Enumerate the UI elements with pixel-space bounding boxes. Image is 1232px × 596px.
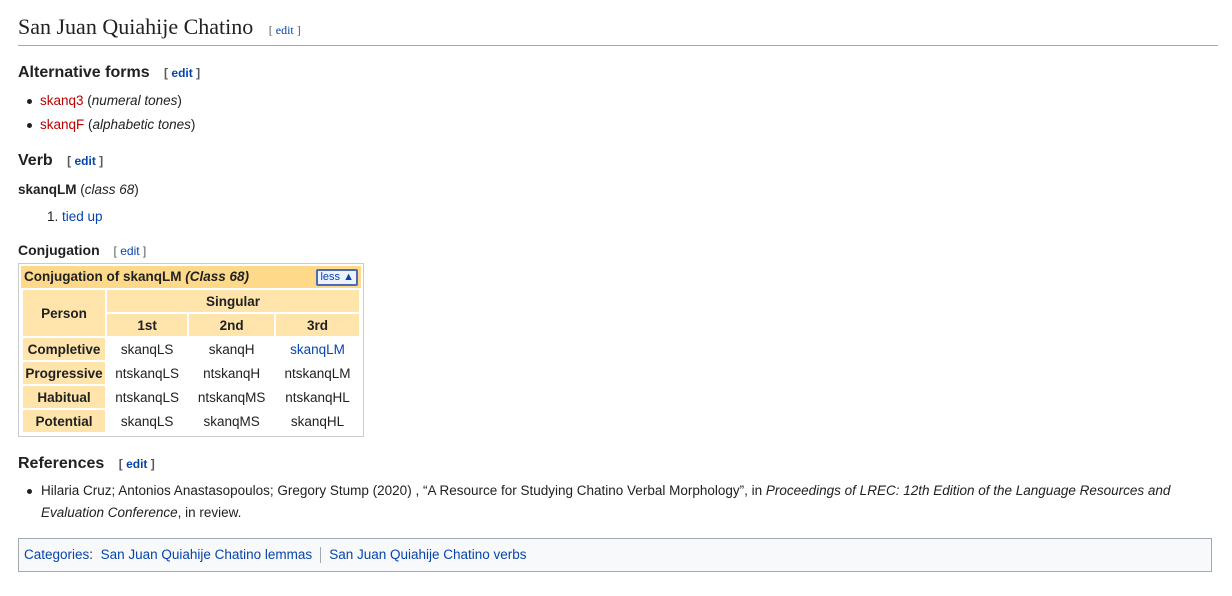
category-links-box: Categories: San Juan Quiahije Chatino le… (18, 538, 1212, 572)
table-cell: ntskanqHL (285, 389, 350, 405)
collapse-toggle-label: less (320, 271, 341, 283)
table-cell: ntskanqMS (197, 389, 266, 405)
definition-link[interactable]: tied up (62, 209, 103, 224)
table-cell: ntskanqLM (284, 365, 351, 381)
person-column-header: 2nd (189, 314, 275, 336)
person-header: Person (23, 290, 105, 336)
section-verb: Verb [ edit ] (18, 151, 1218, 171)
definition-list: tied up (18, 208, 1218, 226)
section-edit: [ edit ] (164, 66, 201, 80)
page-title: San Juan Quiahije Chatino [ edit ] (18, 0, 1218, 46)
conjugation-table-header: Conjugation of skanqLM (Class 68) less ▲ (21, 266, 361, 288)
row-header: Completive (23, 338, 105, 360)
definition-item: tied up (62, 208, 1218, 226)
form-note: alphabetic tones (92, 117, 191, 132)
cell-link[interactable]: skanqLM (290, 342, 345, 357)
reference-item: Hilaria Cruz; Antonios Anastasopoulos; G… (27, 480, 1221, 524)
table-cell: skanqH (208, 341, 255, 357)
redlink-form[interactable]: skanqF (40, 117, 84, 132)
references-list: Hilaria Cruz; Antonios Anastasopoulos; G… (18, 480, 1218, 524)
conjugation-table-title: Conjugation of skanqLM (24, 269, 182, 284)
table-cell: skanqLS (120, 413, 174, 429)
redlink-form[interactable]: skanq3 (40, 93, 84, 108)
section-heading: Verb (18, 152, 53, 169)
category-separator (320, 547, 322, 564)
collapse-toggle-button[interactable]: less ▲ (316, 269, 358, 286)
table-row: Habitual ntskanqLS ntskanqMS ntskanqHL (23, 386, 359, 408)
section-conjugation: Conjugation [ edit ] (18, 241, 1218, 260)
reference-authors: Hilaria Cruz; Antonios Anastasopoulos; G… (41, 483, 766, 498)
headword-line: skanqLM (class 68) (18, 182, 139, 197)
table-header-row: Person Singular (23, 290, 359, 336)
edit-link[interactable]: edit (126, 457, 147, 471)
conjugation-table: Person Singular 1st 2nd 3rd Completive s… (21, 288, 361, 434)
edit-link[interactable]: edit (120, 244, 139, 258)
table-row: Potential skanqLS skanqMS skanqHL (23, 410, 359, 432)
edit-link[interactable]: edit (74, 154, 95, 168)
row-header: Progressive (23, 362, 105, 384)
categories-link[interactable]: Categories (24, 547, 89, 562)
section-edit: [ edit ] (113, 244, 147, 258)
table-cell: ntskanqLS (115, 389, 180, 405)
table-cell: skanqLS (120, 341, 174, 357)
section-edit: [ edit ] (67, 154, 104, 168)
category-link[interactable]: San Juan Quiahije Chatino verbs (329, 547, 526, 562)
edit-link[interactable]: edit (276, 23, 294, 37)
singular-header: Singular (107, 290, 359, 312)
person-column-header: 3rd (276, 314, 359, 336)
table-row: Progressive ntskanqLS ntskanqH ntskanqLM (23, 362, 359, 384)
conjugation-table-class: (Class 68) (185, 269, 250, 284)
verb-class: class 68 (84, 182, 135, 197)
section-references: References [ edit ] (18, 454, 1218, 474)
list-item: skanq3 (numeral tones) (27, 89, 1218, 113)
triangle-up-icon: ▲ (343, 271, 354, 283)
table-cell: ntskanqLS (115, 365, 180, 381)
section-heading: Alternative forms (18, 64, 150, 81)
table-row: Completive skanqLS skanqH skanqLM (23, 338, 359, 360)
headword: skanqLM (18, 182, 77, 197)
row-header: Potential (23, 410, 105, 432)
section-alternative-forms: Alternative forms [ edit ] (18, 63, 1218, 83)
person-column-header: 1st (107, 314, 188, 336)
page-content: San Juan Quiahije Chatino [ edit ] Alter… (0, 0, 1232, 572)
title-edit-link: [ edit ] (268, 23, 301, 37)
alternative-forms-list: skanq3 (numeral tones) skanqF (alphabeti… (18, 89, 1218, 137)
list-item: skanqF (alphabetic tones) (27, 113, 1218, 137)
reference-tail: , in review. (177, 505, 242, 520)
table-cell: skanqHL (290, 413, 345, 429)
section-heading: Conjugation (18, 242, 100, 258)
conjugation-table-box: Conjugation of skanqLM (Class 68) less ▲… (18, 263, 364, 437)
section-heading: References (18, 455, 105, 472)
edit-link[interactable]: edit (171, 66, 192, 80)
table-cell: skanqMS (203, 413, 260, 429)
table-cell: skanqLM (276, 338, 359, 360)
form-note: numeral tones (91, 93, 178, 108)
row-header: Habitual (23, 386, 105, 408)
table-cell: ntskanqH (203, 365, 261, 381)
category-link[interactable]: San Juan Quiahije Chatino lemmas (101, 547, 313, 562)
section-edit: [ edit ] (118, 457, 155, 471)
page-title-text: San Juan Quiahije Chatino (18, 14, 254, 39)
